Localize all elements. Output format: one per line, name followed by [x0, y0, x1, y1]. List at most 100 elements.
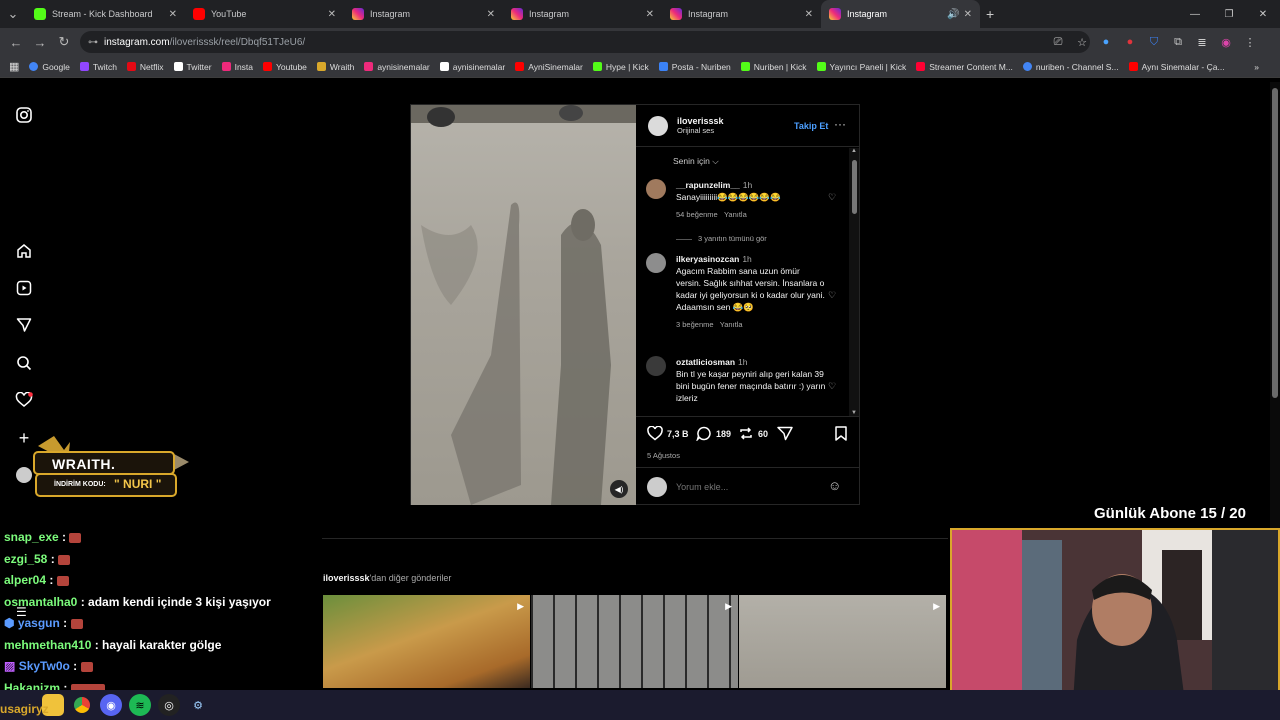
- bookmark-twitter[interactable]: Twitter: [169, 62, 217, 72]
- post-thumbnail[interactable]: ▶: [531, 595, 738, 688]
- comment-like-icon[interactable]: ♡: [828, 192, 836, 203]
- commenter-avatar[interactable]: [646, 356, 666, 376]
- direct-messages-icon[interactable]: [15, 316, 33, 334]
- bookmark-aynisinemalar-x[interactable]: aynisinemalar: [435, 62, 510, 72]
- close-tab-icon[interactable]: ✕: [805, 9, 813, 20]
- close-tab-icon[interactable]: ✕: [328, 9, 336, 20]
- apps-grid-icon[interactable]: ▦: [4, 60, 24, 73]
- extensions-puzzle-icon[interactable]: ⧉: [1166, 28, 1190, 56]
- bookmark-star-icon[interactable]: ☆: [1070, 28, 1094, 56]
- save-action[interactable]: [834, 426, 848, 441]
- speaker-icon[interactable]: 🔊: [947, 9, 959, 20]
- commenter-avatar[interactable]: [646, 253, 666, 273]
- browser-menu-icon[interactable]: ⋮: [1238, 28, 1262, 56]
- notifications-heart-icon[interactable]: [15, 391, 33, 409]
- more-options-icon[interactable]: ···: [834, 117, 846, 131]
- bookmark-insta[interactable]: Insta: [217, 62, 258, 72]
- search-icon[interactable]: [15, 354, 33, 372]
- post-thumbnail[interactable]: ▶: [323, 595, 530, 688]
- reel-video[interactable]: ◀): [411, 105, 636, 505]
- view-replies-link[interactable]: 3 yanıtın tümünü gör: [676, 234, 767, 243]
- commenter-username[interactable]: oztatliciosman: [676, 357, 735, 367]
- tab-instagram-2[interactable]: Instagram ✕: [503, 0, 662, 28]
- tab-kick-dashboard[interactable]: Stream - Kick Dashboard ✕: [26, 0, 185, 28]
- close-tab-icon[interactable]: ✕: [487, 9, 495, 20]
- bookmark-ayni-sinemalar[interactable]: Aynı Sinemalar - Ça...: [1124, 62, 1230, 72]
- restore-icon[interactable]: ❐: [1212, 9, 1246, 20]
- close-window-icon[interactable]: ✕: [1246, 9, 1280, 20]
- bookmark-twitch[interactable]: Twitch: [75, 62, 122, 72]
- close-tab-icon[interactable]: ✕: [169, 9, 177, 20]
- comment-sort-dropdown[interactable]: Senin için ⌵: [673, 156, 719, 167]
- profile-avatar-icon[interactable]: ◉: [1214, 28, 1238, 56]
- author-avatar[interactable]: [648, 115, 668, 136]
- bookmark-google[interactable]: Google: [24, 62, 74, 72]
- url-field[interactable]: ⊶ instagram.com/iloverisssk/reel/Dbqf51T…: [80, 31, 1090, 53]
- comment-input[interactable]: [676, 478, 816, 496]
- tab-instagram-1[interactable]: Instagram ✕: [344, 0, 503, 28]
- share-action[interactable]: [777, 426, 793, 441]
- bookmark-aynisinemalar-ig[interactable]: aynisinemalar: [359, 62, 434, 72]
- more-posts-username[interactable]: iloverisssk: [323, 573, 370, 583]
- bookmark-posta[interactable]: Posta - Nuriben: [654, 62, 736, 72]
- cast-icon[interactable]: ⎚: [1046, 28, 1070, 56]
- bookmark-nuriben-channel[interactable]: nuriben - Channel S...: [1018, 62, 1124, 72]
- commenter-username[interactable]: __rapunzelim__: [676, 180, 740, 190]
- chrome-icon[interactable]: [71, 694, 93, 716]
- site-info-icon[interactable]: ⊶: [88, 37, 98, 48]
- scroll-up-icon[interactable]: ▲: [851, 148, 857, 154]
- tab-instagram-3[interactable]: Instagram ✕: [662, 0, 821, 28]
- emoji-picker-icon[interactable]: ☺: [828, 478, 841, 493]
- close-tab-icon[interactable]: ✕: [964, 9, 972, 20]
- steam-icon[interactable]: ⚙: [187, 694, 209, 716]
- mute-toggle-icon[interactable]: ◀): [610, 480, 628, 498]
- spotify-icon[interactable]: ≋: [129, 694, 151, 716]
- netflix-icon: [126, 62, 136, 71]
- bookmark-wraith[interactable]: Wraith: [312, 62, 359, 72]
- reels-icon[interactable]: [15, 279, 33, 297]
- tab-search-icon[interactable]: ⌄: [0, 6, 26, 22]
- audio-label[interactable]: Orijinal ses: [677, 126, 724, 135]
- discord-icon[interactable]: ◉: [100, 694, 122, 716]
- taskbar-menu-icon[interactable]: ☰: [16, 605, 27, 619]
- bookmark-label: Aynı Sinemalar - Ça...: [1141, 61, 1225, 72]
- bookmark-youtube[interactable]: Youtube: [258, 62, 312, 72]
- follow-button[interactable]: Takip Et: [794, 121, 828, 131]
- comments-scrollbar[interactable]: ▲ ▼: [849, 148, 859, 416]
- comment-like-icon[interactable]: ♡: [828, 381, 836, 392]
- new-tab-button[interactable]: +: [986, 6, 994, 22]
- commenter-avatar[interactable]: [646, 179, 666, 199]
- like-action[interactable]: 7,3 B: [647, 426, 689, 441]
- bookmark-streamer-content[interactable]: Streamer Content M...: [911, 62, 1018, 72]
- reply-button[interactable]: Yanıtla: [720, 320, 743, 329]
- comment-like-icon[interactable]: ♡: [828, 290, 836, 301]
- bookmark-nuriben-kick[interactable]: Nuriben | Kick: [736, 62, 812, 72]
- home-icon[interactable]: [15, 242, 33, 260]
- comment-likes[interactable]: 54 beğenme: [676, 210, 718, 219]
- media-control-icon[interactable]: ≣: [1190, 28, 1214, 56]
- minimize-icon[interactable]: —: [1178, 9, 1212, 20]
- tab-youtube[interactable]: YouTube ✕: [185, 0, 344, 28]
- reload-icon[interactable]: ↻: [52, 34, 76, 50]
- author-username[interactable]: iloverisssk: [677, 116, 724, 126]
- bookmark-yayinci-paneli[interactable]: Yayıncı Paneli | Kick: [812, 62, 912, 72]
- comment-likes[interactable]: 3 beğenme: [676, 320, 714, 329]
- close-tab-icon[interactable]: ✕: [646, 9, 654, 20]
- bookmark-netflix[interactable]: Netflix: [122, 62, 169, 72]
- obs-icon[interactable]: ◎: [158, 694, 180, 716]
- extension-red-icon[interactable]: ●: [1118, 28, 1142, 56]
- tab-instagram-active[interactable]: Instagram 🔊 ✕: [821, 0, 980, 28]
- bookmark-hype-kick[interactable]: Hype | Kick: [588, 62, 654, 72]
- bookmark-aynisinemalar-yt[interactable]: AyniSinemalar: [510, 62, 588, 72]
- commenter-username[interactable]: ilkeryasinozcan: [676, 254, 739, 264]
- instagram-logo-icon[interactable]: [15, 106, 33, 124]
- extension-blue-icon[interactable]: ●: [1094, 28, 1118, 56]
- comment-action[interactable]: 189: [696, 426, 731, 441]
- post-thumbnail[interactable]: ▶: [739, 595, 946, 688]
- forward-icon[interactable]: →: [28, 35, 52, 50]
- back-icon[interactable]: ←: [4, 35, 28, 50]
- bookmarks-overflow-icon[interactable]: »: [1249, 62, 1264, 72]
- repost-action[interactable]: 60: [738, 426, 768, 441]
- extension-shield-icon[interactable]: ⛉: [1142, 28, 1166, 56]
- reply-button[interactable]: Yanıtla: [724, 210, 747, 219]
